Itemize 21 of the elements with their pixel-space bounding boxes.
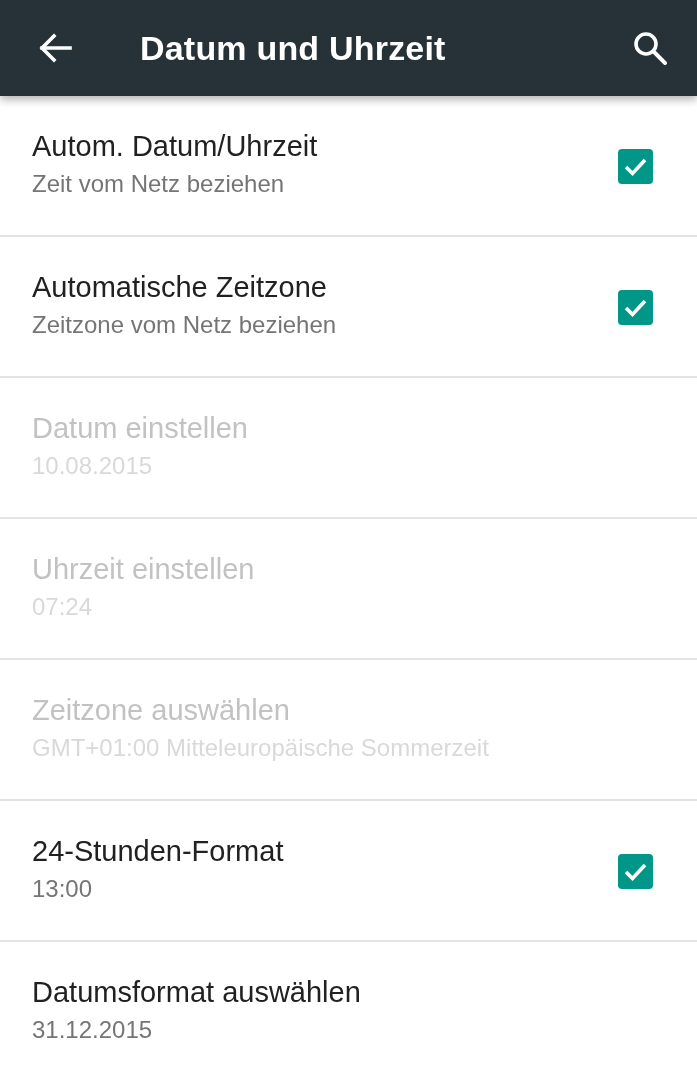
setting-item[interactable]: Datumsformat auswählen 31.12.2015: [0, 942, 697, 1080]
setting-title: Zeitzone auswählen: [32, 693, 290, 727]
setting-title: Datumsformat auswählen: [32, 975, 361, 1009]
setting-title: Uhrzeit einstellen: [32, 552, 255, 586]
checkbox[interactable]: [618, 854, 653, 889]
setting-summary: 31.12.2015: [32, 1015, 153, 1045]
checkbox[interactable]: [618, 149, 653, 184]
search-icon[interactable]: [633, 31, 667, 65]
setting-item[interactable]: Autom. Datum/Uhrzeit Zeit vom Netz beziehen: [0, 96, 697, 237]
checkbox[interactable]: [618, 290, 653, 325]
setting-summary: 13:00: [32, 874, 93, 904]
setting-item[interactable]: 24-Stunden-Format 13:00: [0, 801, 697, 942]
setting-title: Autom. Datum/Uhrzeit: [32, 129, 318, 163]
setting-title: 24-Stunden-Format: [32, 834, 284, 868]
setting-title: Datum einstellen: [32, 411, 248, 445]
setting-title: Automatische Zeitzone: [32, 270, 327, 304]
screen-title: Datum und Uhrzeit: [140, 28, 447, 68]
setting-summary: Zeitzone vom Netz beziehen: [32, 310, 337, 340]
setting-item[interactable]: Automatische Zeitzone Zeitzone vom Netz beziehen: [0, 237, 697, 378]
setting-summary: Zeit vom Netz beziehen: [32, 169, 285, 199]
back-icon[interactable]: [38, 33, 72, 63]
